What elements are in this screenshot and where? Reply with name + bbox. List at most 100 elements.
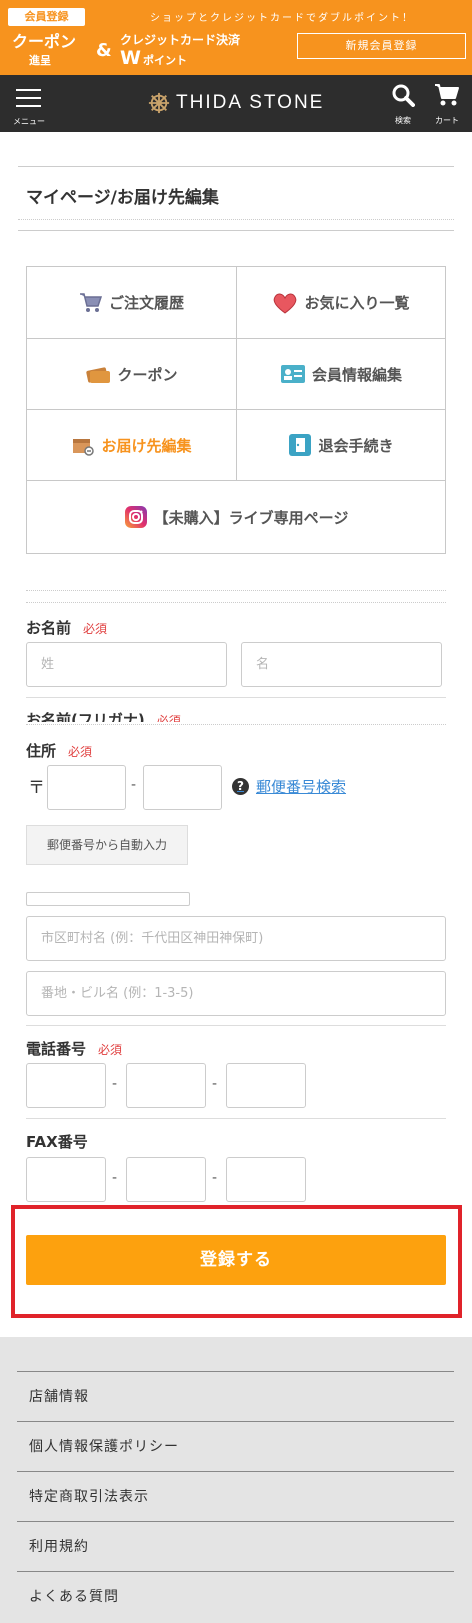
phone-separator: - (212, 1076, 218, 1092)
menu-member-edit[interactable]: 会員情報編集 (237, 339, 445, 409)
address-label: 住所 必須 (26, 740, 92, 761)
menu-label: 会員情報編集 (311, 365, 402, 384)
register-button[interactable]: 登録する (26, 1235, 446, 1285)
name-label: お名前 必須 (26, 617, 107, 638)
name-label-text: お名前 (26, 619, 72, 637)
search-button[interactable]: 検索 (386, 83, 420, 125)
first-name-input[interactable]: 名 (241, 642, 442, 687)
menu-coupon[interactable]: クーポン (27, 339, 236, 409)
promo-credit: クレジットカード決済 (120, 33, 241, 47)
city-input[interactable]: 市区町村名 (例：千代田区神田神保町) (26, 916, 446, 961)
search-label: 検索 (395, 116, 411, 125)
member-card-icon (280, 363, 306, 385)
menu-order-history[interactable]: ご注文履歴 (27, 267, 236, 338)
phone-label: 電話番号 必須 (26, 1038, 122, 1059)
menu-withdraw[interactable]: 退会手続き (237, 410, 445, 480)
divider (26, 724, 446, 725)
heart-icon (272, 292, 298, 314)
divider (26, 697, 446, 698)
promo-point: ポイント (142, 54, 187, 67)
promo-tagline: ショップとクレジットカードでダブルポイント！ (150, 13, 414, 24)
zip-mark: 〒 (28, 778, 45, 798)
mypage-menu: ご注文履歴 お気に入り一覧 クーポン 会員情報編集 お届け先編集 退会手続き 【… (26, 266, 446, 554)
divider (26, 1118, 446, 1119)
zip-first-input[interactable] (47, 765, 126, 810)
footer-link-store-info[interactable]: 店舗情報 (17, 1371, 454, 1421)
coupon-icon (85, 363, 111, 385)
instagram-icon (124, 505, 148, 529)
phone-separator: - (112, 1076, 118, 1092)
menu-label: 退会手続き (318, 436, 394, 455)
divider (26, 590, 446, 591)
question-icon: ? (232, 778, 249, 795)
exit-door-icon (288, 434, 312, 456)
fax-label: FAX番号 (26, 1133, 88, 1151)
footer-link-legal[interactable]: 特定商取引法表示 (17, 1471, 454, 1521)
promo-banner: 会員登録 ショップとクレジットカードでダブルポイント！ クーポン 進呈 & クレ… (0, 0, 472, 75)
kana-label: お名前(フリガナ) 必須 (26, 709, 181, 722)
menu-delivery-edit[interactable]: お届け先編集 (27, 410, 236, 480)
site-header: メニュー THIDA STONE 検索 カート (0, 75, 472, 132)
search-icon (392, 84, 415, 107)
menu-label: メニュー (13, 117, 45, 126)
menu-button[interactable]: メニュー (8, 83, 50, 126)
promo-ampersand: & (96, 40, 112, 61)
address-label-text: 住所 (26, 742, 57, 760)
footer: 店舗情報 個人情報保護ポリシー 特定商取引法表示 利用規約 よくある質問 (0, 1337, 472, 1623)
brand-logo[interactable]: THIDA STONE (148, 90, 324, 116)
footer-link-terms[interactable]: 利用規約 (17, 1521, 454, 1571)
member-register-badge[interactable]: 会員登録 (8, 8, 85, 26)
zip-search-link[interactable]: ? 郵便番号検索 (232, 776, 346, 797)
menu-label: ご注文履歴 (108, 294, 184, 312)
prefecture-select[interactable] (26, 892, 190, 906)
footer-link-faq[interactable]: よくある質問 (17, 1571, 454, 1621)
phone-second-input[interactable] (126, 1063, 206, 1108)
promo-coupon: クーポン (12, 32, 77, 51)
cart-button[interactable]: カート (430, 83, 464, 125)
kana-field-clipped: お名前(フリガナ) 必須 (26, 708, 446, 722)
divider (26, 1025, 446, 1026)
phone-third-input[interactable] (226, 1063, 306, 1108)
promo-coupon-sub: 進呈 (29, 54, 51, 67)
kana-label-text: お名前(フリガナ) (26, 711, 145, 722)
zip-autofill-button[interactable]: 郵便番号から自動入力 (26, 825, 188, 865)
last-name-input[interactable]: 姓 (26, 642, 227, 687)
new-member-register-button[interactable]: 新規会員登録 (297, 33, 466, 59)
phone-first-input[interactable] (26, 1063, 106, 1108)
cart-icon (79, 292, 103, 314)
required-badge: 必須 (83, 622, 108, 636)
brand-name: THIDA STONE (176, 92, 325, 113)
hamburger-bar (16, 105, 41, 107)
menu-favorites[interactable]: お気に入り一覧 (237, 267, 445, 338)
fax-second-input[interactable] (126, 1157, 206, 1202)
zip-second-input[interactable] (143, 765, 222, 810)
zip-search-label: 郵便番号検索 (256, 778, 347, 796)
page-title: マイページ/お届け先編集 (26, 188, 219, 208)
fax-separator: - (112, 1170, 118, 1186)
footer-link-privacy[interactable]: 個人情報保護ポリシー (17, 1421, 454, 1471)
hamburger-icon (16, 89, 41, 91)
fax-third-input[interactable] (226, 1157, 306, 1202)
street-input[interactable]: 番地・ビル名 (例：1-3-5) (26, 971, 446, 1016)
menu-label: お届け先編集 (101, 436, 192, 455)
fax-separator: - (212, 1170, 218, 1186)
page-title-block: マイページ/お届け先編集 (18, 166, 454, 220)
required-badge: 必須 (68, 745, 93, 759)
cart-icon (435, 84, 459, 106)
required-badge: 必須 (156, 714, 181, 722)
cart-label: カート (435, 116, 459, 125)
menu-label: クーポン (117, 365, 178, 384)
hamburger-bar (16, 97, 41, 99)
divider (18, 230, 454, 231)
menu-label: 【未購入】ライブ専用ページ (153, 508, 349, 527)
promo-wpoint: W ポイント (120, 47, 187, 69)
promo-w: W (120, 47, 141, 69)
fax-first-input[interactable] (26, 1157, 106, 1202)
delivery-box-icon (71, 434, 95, 456)
divider (26, 602, 446, 603)
required-badge: 必須 (98, 1043, 123, 1057)
phone-label-text: 電話番号 (26, 1040, 87, 1058)
menu-label: お気に入り一覧 (304, 294, 410, 312)
menu-live-page[interactable]: 【未購入】ライブ専用ページ (27, 481, 445, 553)
zip-separator: - (131, 777, 137, 793)
